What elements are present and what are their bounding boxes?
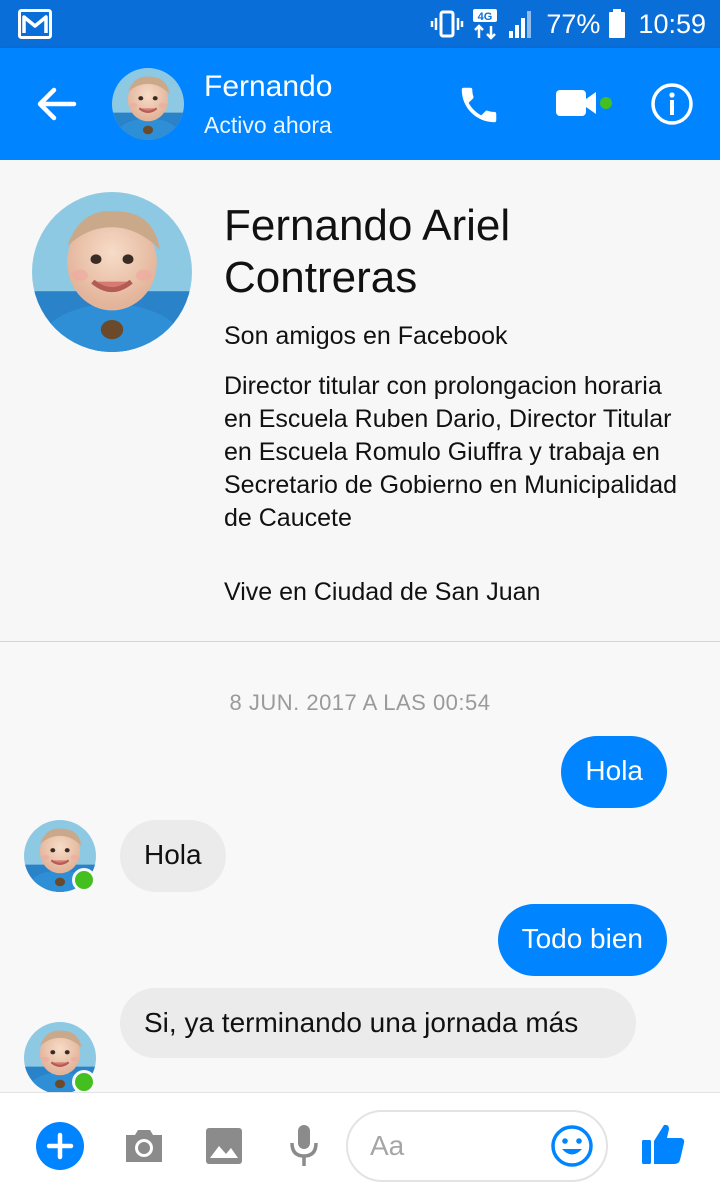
- outgoing-message[interactable]: Hola: [561, 736, 667, 808]
- incoming-message[interactable]: Hola: [120, 820, 226, 892]
- back-arrow-icon[interactable]: [34, 82, 78, 126]
- gmail-icon: [18, 9, 52, 39]
- video-camera-icon[interactable]: [554, 86, 616, 122]
- plus-icon[interactable]: [36, 1122, 84, 1170]
- active-status: Activo ahora: [204, 112, 332, 138]
- avatar[interactable]: [112, 68, 184, 140]
- online-indicator: [72, 1070, 96, 1094]
- camera-icon[interactable]: [122, 1126, 166, 1166]
- battery-icon: [609, 9, 626, 38]
- thumbs-up-icon[interactable]: [640, 1121, 686, 1167]
- location-info: Vive en Ciudad de San Juan: [224, 578, 541, 606]
- vibrate-icon: [431, 10, 464, 38]
- outgoing-message[interactable]: Todo bien: [497, 904, 667, 976]
- profile-card: Fernando Ariel Contreras Son amigos en F…: [0, 160, 720, 642]
- message-composer: [0, 1092, 720, 1196]
- profile-photo[interactable]: [32, 192, 192, 352]
- phone-icon[interactable]: [456, 82, 502, 128]
- work-info: Director titular con prolongacion horari…: [224, 372, 678, 532]
- microphone-icon[interactable]: [288, 1123, 320, 1169]
- info-icon[interactable]: [650, 82, 694, 126]
- conversation-header: Fernando Activo ahora: [0, 48, 720, 160]
- network-4g-icon: 4G: [473, 9, 498, 40]
- message-timestamp: 8 JUN. 2017 A LAS 00:54: [229, 690, 491, 715]
- status-bar: 4G 77% 10:59: [0, 0, 720, 48]
- gallery-icon[interactable]: [204, 1126, 244, 1166]
- incoming-message[interactable]: Si, ya terminando una jornada más: [120, 988, 636, 1058]
- online-indicator: [72, 868, 96, 892]
- battery-percent: 77%: [546, 8, 601, 39]
- emoji-icon[interactable]: [550, 1124, 594, 1168]
- contact-name[interactable]: Fernando: [204, 70, 332, 104]
- profile-name: Fernando Ariel Contreras: [224, 201, 511, 302]
- friendship-status: Son amigos en Facebook: [224, 322, 508, 350]
- clock: 10:59: [638, 8, 706, 39]
- svg-text:4G: 4G: [478, 11, 493, 23]
- signal-icon: [509, 11, 532, 38]
